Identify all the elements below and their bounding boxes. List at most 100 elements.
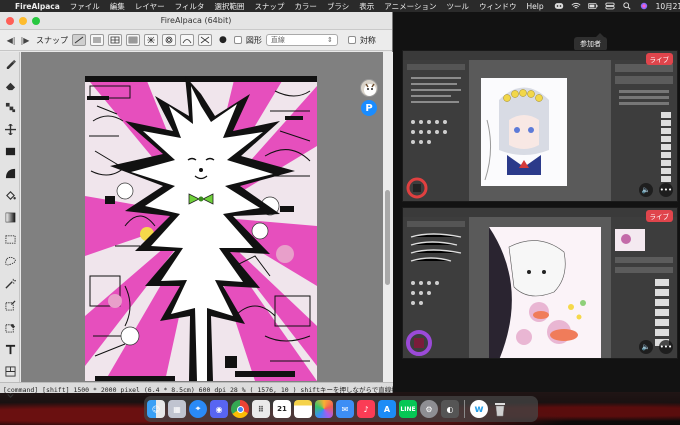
menu-animation[interactable]: アニメーション	[384, 1, 436, 12]
more-icon[interactable]: •••	[659, 183, 673, 197]
battery-icon[interactable]	[587, 2, 598, 10]
radial-lines-icon	[147, 36, 155, 44]
minimize-window-button[interactable]	[19, 17, 27, 25]
more-icon[interactable]: •••	[659, 340, 673, 354]
menu-edit[interactable]: 編集	[110, 1, 125, 12]
discord-icon[interactable]: ◉	[210, 400, 228, 418]
finder-icon[interactable]: ☺	[147, 400, 165, 418]
speaker-icon[interactable]: 🔈	[639, 183, 653, 197]
dock-separator	[464, 400, 465, 418]
prev-arrow-icon[interactable]: ◀|	[6, 36, 16, 45]
app-store-icon[interactable]: A	[378, 400, 396, 418]
menu-app-name[interactable]: FireAlpaca	[15, 2, 60, 11]
stream-app-menubar	[403, 208, 677, 217]
magic-wand-icon	[4, 278, 16, 289]
mail-icon[interactable]: ✉	[336, 400, 354, 418]
menu-brush[interactable]: ブラシ	[327, 1, 349, 12]
snap-circle-button[interactable]	[162, 34, 176, 46]
tool-select-eraser[interactable]	[0, 316, 20, 338]
bucket-icon	[5, 190, 16, 200]
snap-vanishing-button[interactable]	[198, 34, 212, 46]
line-icon[interactable]: LINE	[399, 400, 417, 418]
parallel-lines-icon	[93, 37, 101, 43]
app-grid-icon[interactable]: ⠿	[252, 400, 270, 418]
menu-view[interactable]: 表示	[359, 1, 374, 12]
menu-color[interactable]: カラー	[294, 1, 317, 12]
vertical-scrollbar[interactable]	[383, 52, 393, 382]
tool-bucket[interactable]	[0, 184, 20, 206]
tool-eraser[interactable]	[0, 74, 20, 96]
music-icon[interactable]: ♪	[357, 400, 375, 418]
snap-curve-button[interactable]	[180, 34, 194, 46]
menu-help[interactable]: Help	[527, 2, 544, 11]
tool-frame-divider[interactable]	[0, 360, 20, 382]
close-window-button[interactable]	[6, 17, 14, 25]
w-app-icon[interactable]: w	[470, 400, 488, 418]
tool-curve[interactable]	[0, 162, 20, 184]
search-icon[interactable]	[622, 2, 632, 10]
photos-icon[interactable]	[315, 400, 333, 418]
window-title: FireAlpaca (64bit)	[160, 16, 232, 25]
tool-magic-wand[interactable]	[0, 272, 20, 294]
stream-tile[interactable]: ライブ 🔈 •••	[402, 207, 678, 359]
snap-grid-button[interactable]	[108, 34, 122, 46]
scrollbar-thumb[interactable]	[385, 190, 390, 285]
menu-snap[interactable]: スナップ	[254, 1, 284, 12]
tool-select[interactable]	[0, 228, 20, 250]
launchpad-icon[interactable]: ▦	[168, 400, 186, 418]
symmetry-checkbox[interactable]	[347, 36, 356, 44]
notes-icon[interactable]	[294, 400, 312, 418]
chrome-icon[interactable]	[231, 400, 249, 418]
trash-icon[interactable]	[491, 400, 509, 418]
stream-canvas-stage	[469, 60, 613, 201]
dot-pen-icon	[5, 102, 15, 112]
move-icon	[4, 123, 16, 135]
calendar-icon[interactable]: 21	[273, 400, 291, 418]
tool-brush[interactable]	[0, 52, 20, 74]
tool-move[interactable]	[0, 118, 20, 140]
artwork-canvas[interactable]	[85, 76, 317, 381]
lasso-icon	[4, 256, 16, 265]
menu-filter[interactable]: フィルタ	[175, 1, 205, 12]
snap-parallel-button[interactable]	[90, 34, 104, 46]
stream-tile[interactable]: ライブ 🔈 •••	[402, 50, 678, 202]
control-center-icon[interactable]	[605, 2, 615, 10]
menu-tools[interactable]: ツール	[447, 1, 470, 12]
wifi-icon[interactable]	[571, 2, 581, 10]
siri-icon[interactable]	[639, 2, 649, 10]
tool-gradient[interactable]	[0, 206, 20, 228]
menu-layer[interactable]: レイヤー	[135, 1, 165, 12]
safari-icon[interactable]: ⌖	[189, 400, 207, 418]
window-titlebar[interactable]: FireAlpaca (64bit)	[0, 12, 392, 30]
avatar[interactable]	[360, 79, 378, 97]
tool-lasso[interactable]	[0, 250, 20, 272]
stream-brush-panel	[403, 60, 469, 201]
snap-crosshatch-button[interactable]	[126, 34, 140, 46]
menu-file[interactable]: ファイル	[70, 1, 100, 12]
drawing-canvas-area[interactable]: P	[21, 52, 383, 382]
firealpaca-icon[interactable]: ◐	[441, 400, 459, 418]
tool-dot[interactable]	[0, 96, 20, 118]
alpaca-avatar-icon	[364, 83, 376, 96]
snap-radial-button[interactable]	[144, 34, 158, 46]
menu-window[interactable]: ウィンドウ	[479, 1, 517, 12]
tool-select-pen[interactable]	[0, 294, 20, 316]
tool-rectangle-fill[interactable]	[0, 140, 20, 162]
shape-checkbox[interactable]	[233, 36, 242, 44]
menu-selection[interactable]: 選択範囲	[214, 1, 244, 12]
shape-select[interactable]: 直線 ⇕	[265, 34, 338, 46]
snap-off-icon	[74, 36, 84, 44]
curve-icon	[182, 39, 192, 44]
next-arrow-icon[interactable]: |▶	[20, 36, 30, 45]
speaker-icon[interactable]: 🔈	[639, 340, 653, 354]
system-settings-icon[interactable]: ⚙	[420, 400, 438, 418]
pixiv-icon[interactable]: P	[361, 100, 377, 116]
snap-settings-dot-icon[interactable]: ●	[219, 35, 227, 45]
discord-status-icon[interactable]	[554, 2, 564, 10]
zoom-window-button[interactable]	[32, 17, 40, 25]
crosshatch-icon	[128, 36, 138, 44]
tool-text[interactable]	[0, 338, 20, 360]
menubar-clock[interactable]: 10月21日(金) 0:23	[656, 1, 680, 12]
snap-off-button[interactable]	[72, 34, 86, 46]
stream-brush-panel-graphic	[406, 221, 465, 356]
